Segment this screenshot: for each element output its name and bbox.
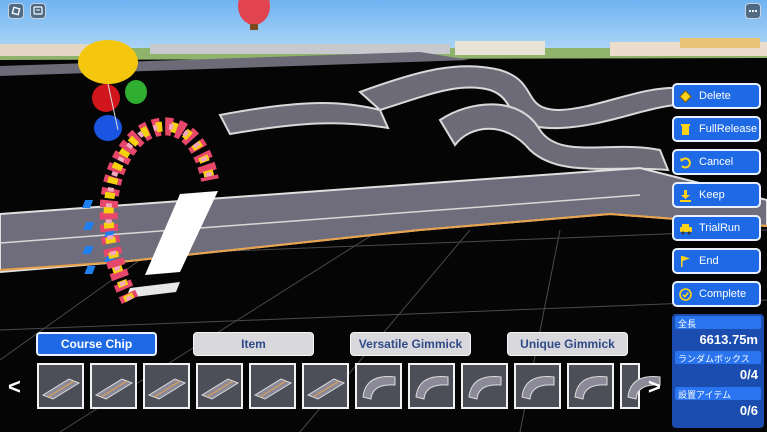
delete-label: Delete (699, 90, 731, 102)
prev-page-button[interactable]: < (8, 376, 21, 398)
course-chip-straight[interactable] (302, 363, 349, 409)
random-box-value: 0/4 (739, 367, 758, 382)
full-release-button[interactable]: FullRelease (672, 116, 761, 142)
course-chip-curve[interactable] (355, 363, 402, 409)
complete-label: Complete (699, 288, 747, 300)
cancel-button[interactable]: Cancel (672, 149, 761, 175)
course-chip-curve[interactable] (620, 363, 661, 409)
check-circle-icon (678, 287, 693, 302)
tab-versatile-gimmick[interactable]: Versatile Gimmick (350, 332, 471, 356)
placed-items-label: 設置アイテム (678, 390, 732, 400)
delete-button[interactable]: Delete (672, 83, 761, 109)
diamond-icon (678, 89, 693, 104)
roblox-menu-icon[interactable] (8, 3, 24, 19)
course-chip-straight[interactable] (37, 363, 84, 409)
course-info-panel: 全長 6613.75m ランダムボックス 0/4 設置アイテム 0/6 (672, 314, 764, 428)
undo-icon (678, 155, 693, 170)
end-button[interactable]: End (672, 248, 761, 274)
course-chip-curve[interactable] (461, 363, 508, 409)
trial-run-label: TrialRun (699, 222, 741, 234)
trash-icon (678, 122, 693, 137)
total-length-label: 全長 (678, 319, 697, 329)
keep-button[interactable]: Keep (672, 182, 761, 208)
course-chip-curve[interactable] (514, 363, 561, 409)
total-length-value: 6613.75m (699, 332, 758, 347)
course-chip-straight[interactable] (90, 363, 137, 409)
tab-course-chip[interactable]: Course Chip (36, 332, 157, 356)
chat-icon[interactable] (30, 3, 46, 19)
keep-label: Keep (699, 189, 725, 201)
course-chip-curve[interactable] (567, 363, 614, 409)
download-icon (678, 188, 693, 203)
more-options-icon[interactable] (745, 3, 761, 19)
full-release-label: FullRelease (699, 123, 758, 135)
tab-item[interactable]: Item (193, 332, 314, 356)
trial-run-button[interactable]: TrialRun (672, 215, 761, 241)
course-chip-straight[interactable] (249, 363, 296, 409)
complete-button[interactable]: Complete (672, 281, 761, 307)
cancel-label: Cancel (699, 156, 734, 168)
course-chip-curve[interactable] (408, 363, 455, 409)
placed-items-value: 0/6 (739, 403, 758, 418)
car-icon (678, 221, 693, 236)
flag-icon (678, 254, 693, 269)
course-chip-straight[interactable] (143, 363, 190, 409)
next-page-button[interactable]: > (648, 376, 661, 398)
tab-unique-gimmick[interactable]: Unique Gimmick (507, 332, 628, 356)
random-box-label: ランダムボックス (678, 354, 750, 364)
end-label: End (699, 255, 719, 267)
course-chip-straight[interactable] (196, 363, 243, 409)
